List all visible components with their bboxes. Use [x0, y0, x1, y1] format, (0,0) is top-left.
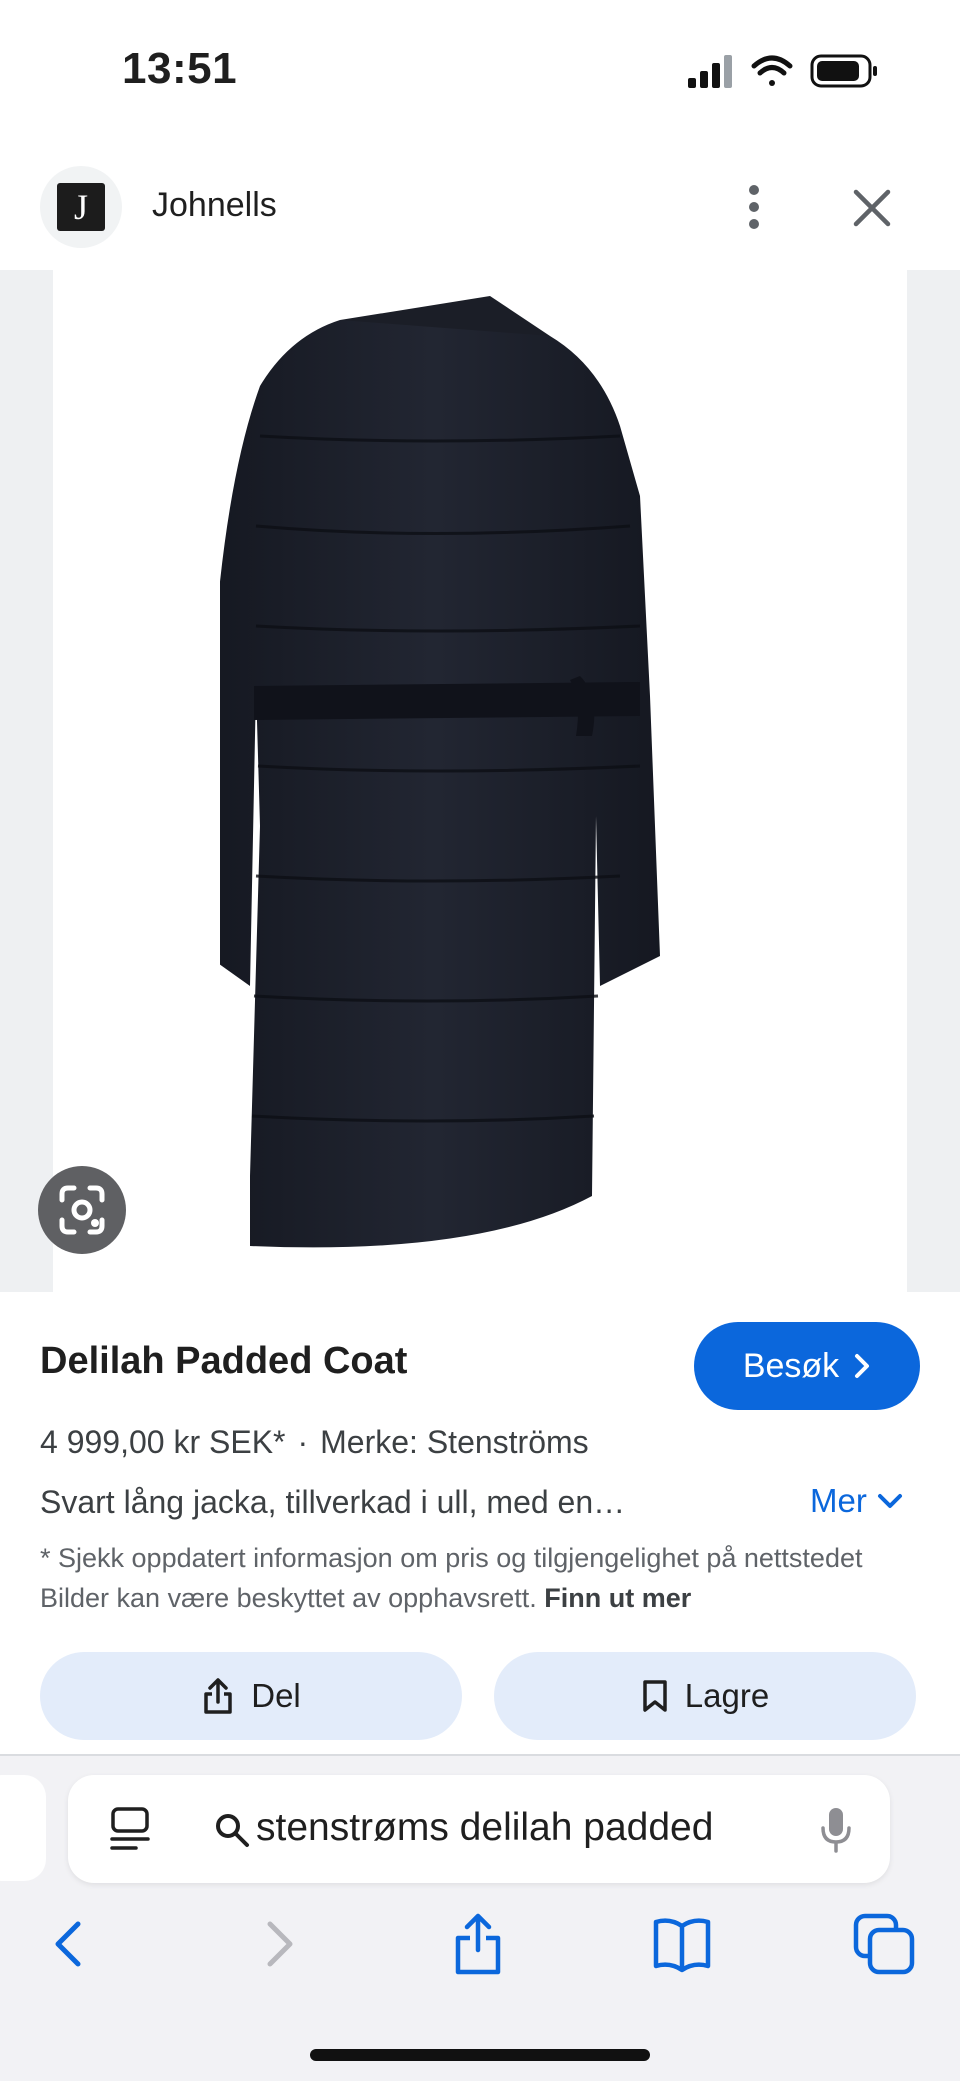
- disclaimer-text: * Sjekk oppdatert informasjon om pris og…: [40, 1543, 863, 1613]
- status-time: 13:51: [122, 44, 238, 93]
- more-label: Mer: [810, 1482, 867, 1519]
- lens-icon: [59, 1185, 105, 1235]
- bookmark-icon: [643, 1680, 667, 1712]
- back-icon[interactable]: [38, 1912, 102, 1976]
- site-name[interactable]: Johnells: [152, 186, 277, 225]
- previous-tab[interactable]: [0, 1775, 46, 1881]
- home-indicator: [310, 2049, 650, 2061]
- mic-icon[interactable]: [818, 1806, 854, 1854]
- disclaimer: * Sjekk oppdatert informasjon om pris og…: [40, 1538, 920, 1618]
- visit-label: Besøk: [742, 1346, 840, 1385]
- battery-icon: [810, 54, 877, 88]
- site-logo[interactable]: J: [40, 166, 122, 248]
- share-button[interactable]: Del: [40, 1652, 462, 1740]
- share-icon: [204, 1678, 232, 1714]
- address-text[interactable]: stenstrøms delilah padded: [256, 1806, 713, 1850]
- close-icon[interactable]: [848, 184, 896, 232]
- meta-separator: ·: [297, 1424, 309, 1460]
- wifi-icon: [751, 55, 793, 86]
- more-button[interactable]: Mer: [810, 1482, 903, 1520]
- product-title: Delilah Padded Coat: [40, 1340, 408, 1382]
- brand: Merke: Stenströms: [320, 1424, 589, 1460]
- product-image[interactable]: [220, 296, 740, 1256]
- chevron-right-icon: [855, 1354, 870, 1378]
- chevron-down-icon: [877, 1494, 902, 1508]
- visit-button[interactable]: Besøk: [694, 1322, 920, 1410]
- learn-more-link[interactable]: Finn ut mer: [544, 1583, 691, 1613]
- logo-letter: J: [57, 183, 105, 231]
- bookmarks-icon[interactable]: [650, 1912, 714, 1976]
- save-label: Lagre: [684, 1677, 770, 1714]
- browser-share-icon[interactable]: [446, 1912, 510, 1976]
- search-icon: [216, 1814, 249, 1847]
- forward-icon: [267, 1921, 293, 1967]
- share-label: Del: [251, 1677, 301, 1714]
- meta-line: 4 999,00 kr SEK* · Merke: Stenströms: [40, 1424, 589, 1461]
- reader-icon[interactable]: [108, 1806, 152, 1852]
- price: 4 999,00 kr SEK*: [40, 1424, 286, 1460]
- status-icons: [688, 54, 877, 88]
- product-description: Svart lång jacka, tillverkad i ull, med …: [40, 1484, 626, 1520]
- more-vert-icon[interactable]: [736, 182, 772, 232]
- save-button[interactable]: Lagre: [494, 1652, 916, 1740]
- signal-icon: [688, 55, 732, 88]
- tabs-icon[interactable]: [852, 1912, 916, 1976]
- lens-button[interactable]: [38, 1166, 126, 1254]
